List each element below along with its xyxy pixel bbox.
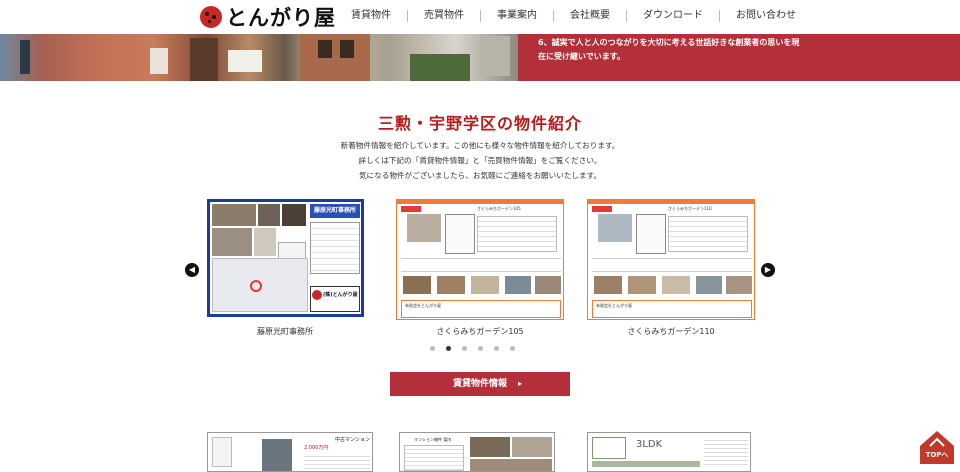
flyer-heading: さくらみちガーデン105 (477, 206, 521, 211)
intro-line: 詳しくは下記の「賃貸物件情報」と「売買物件情報」をご覧ください。 (358, 156, 602, 165)
nav-item-download[interactable]: ダウンロード (626, 10, 719, 22)
chevron-right-icon: ▸ (517, 379, 522, 388)
flyer-heading: さくらみちガーデン110 (668, 206, 712, 211)
carousel-item[interactable]: さくらみちガーデン105 有限会社とんがり屋 さくらみちガーデン105 (396, 199, 564, 336)
hero-text-line: 在に受け継いでいます。 (538, 52, 625, 61)
carousel-item[interactable]: 藤原光町事務所 (株)とんがり屋 藤原光町事務所 (207, 199, 364, 336)
carousel-dot[interactable] (478, 346, 483, 351)
bottom-card-heading: 中古マンション (334, 437, 370, 443)
storefront-photo (0, 34, 518, 81)
section-title: 三勲・宇野学区の物件紹介 (377, 114, 582, 133)
logo-text: とんがり屋 (226, 6, 336, 30)
property-flyer-image: さくらみちガーデン110 有限会社とんがり屋 (587, 199, 755, 320)
chevron-right-icon: ▶ (764, 265, 772, 274)
carousel-dot[interactable] (462, 346, 467, 351)
chevron-left-icon: ◀ (188, 265, 196, 274)
bottom-flyer-card[interactable]: マンション物件 案内 (399, 432, 555, 472)
logo[interactable]: とんがり屋 (200, 3, 336, 31)
carousel-dot-active[interactable] (446, 346, 451, 351)
main-nav: 賃貸物件 売買物件 事業案内 会社概要 ダウンロード お問い合わせ (335, 10, 812, 22)
property-flyer-image: さくらみちガーデン105 有限会社とんがり屋 (396, 199, 564, 320)
nav-item-business[interactable]: 事業案内 (480, 10, 553, 22)
hero-text-band: 6、誠実で人と人のつながりを大切に考える世話好きな創業者の思いを現 在に受け継い… (518, 34, 960, 81)
rental-listings-button[interactable]: 賃貸物件情報 ▸ (390, 372, 570, 396)
hero-banner: 6、誠実で人と人のつながりを大切に考える世話好きな創業者の思いを現 在に受け継い… (0, 34, 960, 81)
hero-text-line: 6、誠実で人と人のつながりを大切に考える世話好きな創業者の思いを現 (538, 38, 800, 47)
carousel-item[interactable]: さくらみちガーデン110 有限会社とんがり屋 さくらみちガーデン110 (587, 199, 755, 336)
flyer-heading: 藤原光町事務所 (313, 207, 356, 214)
back-to-top-button[interactable]: TOPへ (920, 430, 954, 464)
ladybug-logo-icon (200, 6, 222, 28)
flyer-footer: 有限会社とんがり屋 (596, 303, 632, 308)
flyer-brand: (株)とんがり屋 (323, 292, 358, 298)
site-header: とんがり屋 賃貸物件 売買物件 事業案内 会社概要 ダウンロード お問い合わせ (0, 0, 960, 34)
carousel-dot[interactable] (510, 346, 515, 351)
carousel-dot[interactable] (430, 346, 435, 351)
property-flyer-image: 藤原光町事務所 (株)とんがり屋 (207, 199, 364, 317)
carousel-caption: さくらみちガーデン105 (436, 327, 524, 336)
carousel-caption: さくらみちガーデン110 (627, 327, 715, 336)
cta-label: 賃貸物件情報 (452, 379, 507, 389)
nav-item-contact[interactable]: お問い合わせ (719, 10, 812, 22)
bottom-flyer-card[interactable]: 中古マンション 2,000万円 (207, 432, 373, 472)
bottom-flyer-card[interactable]: 3LDK (587, 432, 751, 472)
flyer-footer: 有限会社とんがり屋 (405, 303, 441, 308)
bottom-card-heading: 3LDK (636, 439, 663, 450)
nav-item-rental[interactable]: 賃貸物件 (335, 10, 407, 22)
carousel-next-button[interactable]: ▶ (761, 263, 775, 277)
intro-line: 気になる物件がございましたら、お気軽にご連絡をお願いいたします。 (358, 171, 602, 180)
carousel-prev-button[interactable]: ◀ (185, 263, 199, 277)
bottom-card-price: 2,000万円 (304, 445, 329, 451)
carousel-caption: 藤原光町事務所 (257, 327, 313, 336)
carousel-dot[interactable] (494, 346, 499, 351)
bottom-card-heading: マンション物件 案内 (414, 437, 452, 442)
nav-item-sale[interactable]: 売買物件 (407, 10, 480, 22)
intro-line: 新着物件情報を紹介しています。この他にも様々な物件情報を紹介しております。 (340, 141, 620, 150)
carousel-pagination (430, 346, 515, 351)
section-intro: 新着物件情報を紹介しています。この他にも様々な物件情報を紹介しております。 詳し… (0, 138, 960, 183)
nav-item-company[interactable]: 会社概要 (553, 10, 626, 22)
top-button-label: TOPへ (925, 451, 949, 459)
